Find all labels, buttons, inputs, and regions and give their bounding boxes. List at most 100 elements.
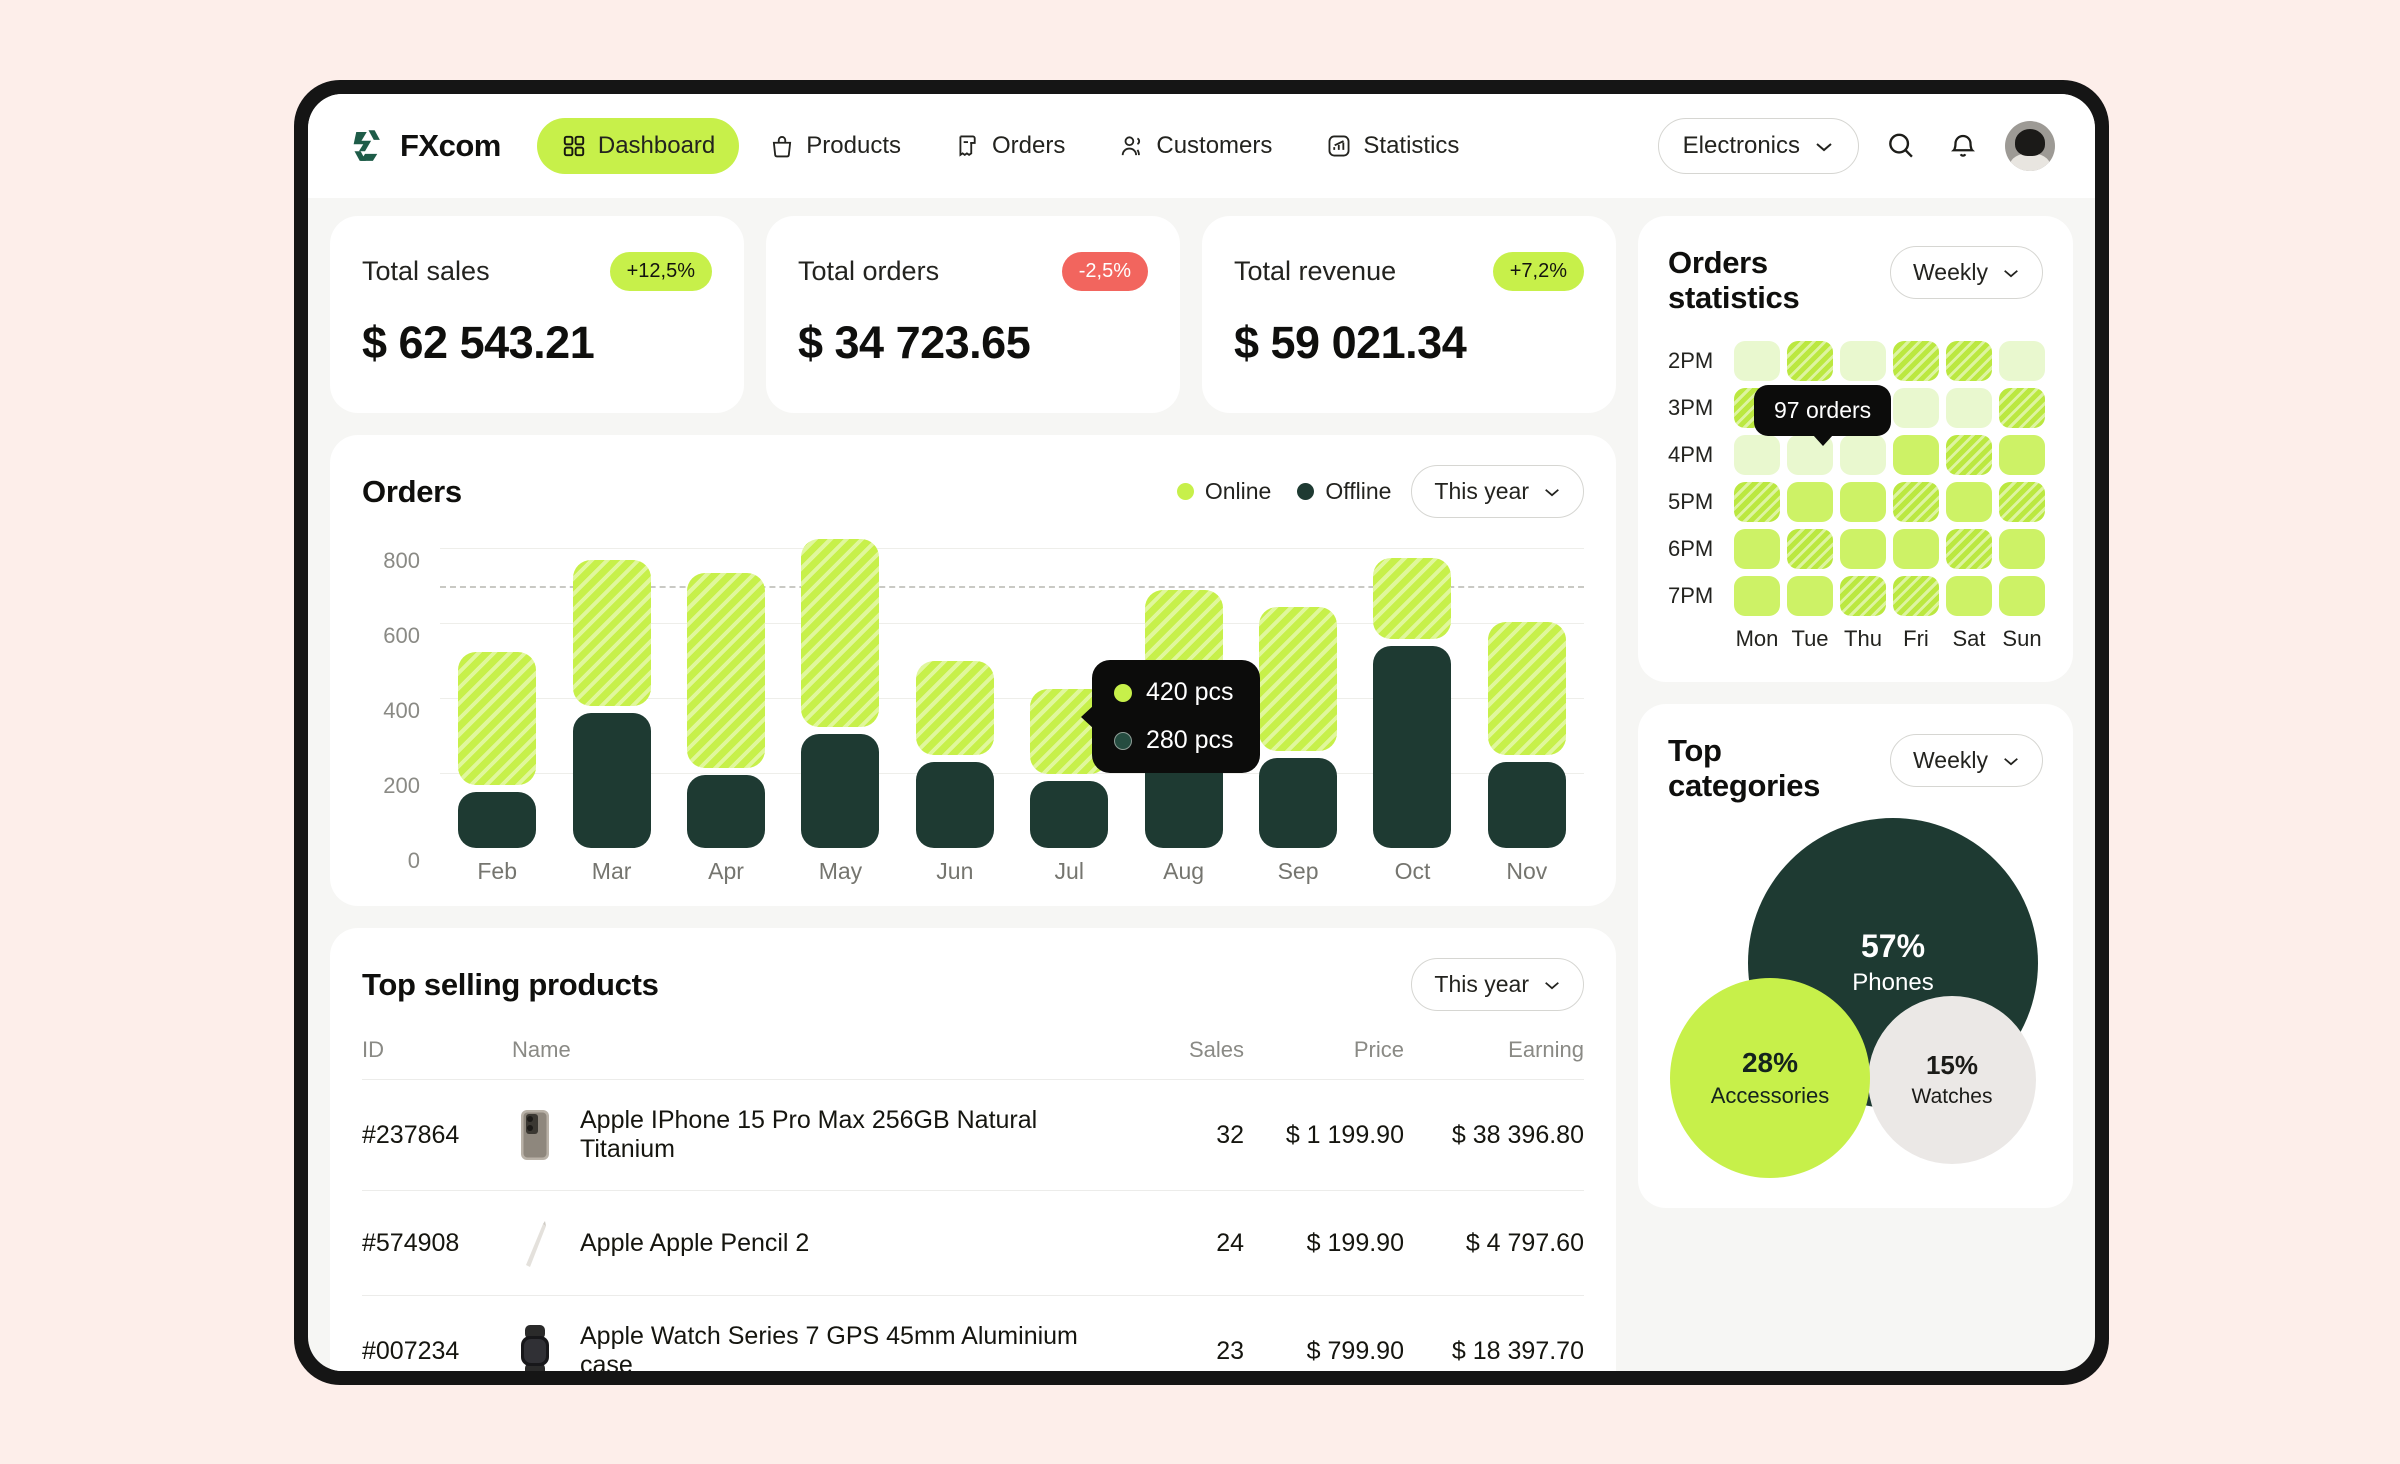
heatmap-cell[interactable]: [1893, 388, 1939, 429]
products-period-select[interactable]: This year: [1411, 958, 1584, 1011]
search-button[interactable]: [1881, 126, 1921, 166]
bar-group[interactable]: [783, 539, 897, 848]
heatmap-cell[interactable]: [1893, 482, 1939, 523]
bar-offline[interactable]: [915, 761, 994, 848]
orders-period-select[interactable]: This year: [1411, 465, 1584, 518]
bar-group[interactable]: [669, 548, 783, 848]
nav-item-dashboard[interactable]: Dashboard: [536, 118, 740, 174]
bar-group[interactable]: [1355, 548, 1469, 848]
nav-item-customers[interactable]: Customers: [1095, 118, 1296, 174]
products-table-head: ID Name Sales Price Earning: [362, 1037, 1584, 1080]
cell-earning: $ 4 797.60: [1404, 1190, 1584, 1296]
bar-online[interactable]: [801, 539, 880, 727]
heatmap-cells: [1734, 529, 2045, 570]
bar-online[interactable]: [458, 651, 537, 785]
bar-offline[interactable]: [801, 733, 880, 848]
chevron-down-icon: [1816, 142, 1832, 151]
bar-offline[interactable]: [458, 791, 537, 848]
heatmap-cell[interactable]: [1840, 576, 1886, 617]
heatmap-cell[interactable]: [1734, 435, 1780, 476]
table-row[interactable]: #574908 Apple Apple Pencil 2 24 $ 199.90 $ 4…: [362, 1190, 1584, 1296]
heatmap-cell[interactable]: [1787, 529, 1833, 570]
col-header-sales: Sales: [1134, 1037, 1244, 1080]
top-categories-period-select[interactable]: Weekly: [1890, 734, 2043, 788]
bar-online[interactable]: [915, 661, 994, 755]
tooltip-value-offline: 280 pcs: [1146, 726, 1234, 754]
bubble-watches[interactable]: 15% Watches: [1868, 995, 2036, 1164]
heatmap-cell[interactable]: [1946, 576, 1992, 617]
legend-dot-offline: [1297, 483, 1315, 500]
heatmap-cell[interactable]: [1999, 341, 2045, 382]
bar-online[interactable]: [1373, 557, 1452, 639]
bar-column: [687, 548, 766, 848]
bar-offline[interactable]: [1030, 780, 1109, 848]
heatmap-cell[interactable]: [1999, 482, 2045, 523]
cell-earning: $ 38 396.80: [1404, 1079, 1584, 1191]
bar-online[interactable]: [1259, 606, 1338, 751]
bar-online[interactable]: [1487, 621, 1566, 755]
heatmap-cell[interactable]: [1734, 341, 1780, 382]
product-name-wrap: Apple Watch Series 7 GPS 45mm Aluminium …: [512, 1322, 1134, 1371]
product-name: Apple IPhone 15 Pro Max 256GB Natural Ti…: [580, 1106, 1038, 1163]
table-row[interactable]: #237864 Apple IPhone 15 Pro Max 256GB Nat…: [362, 1079, 1584, 1191]
category-select[interactable]: Electronics: [1657, 118, 1859, 174]
heatmap-cell[interactable]: [1946, 482, 1992, 523]
device-screen: FXcom Dashboard Products Orders Customer…: [308, 94, 2095, 1371]
user-avatar[interactable]: [2005, 121, 2055, 171]
nav-item-products[interactable]: Products: [745, 118, 925, 174]
top-categories-title: Top categories: [1668, 733, 1821, 804]
heatmap-cell[interactable]: [1946, 529, 1992, 570]
bar-online[interactable]: [687, 572, 766, 768]
heatmap-day-label: Sat: [1952, 626, 1986, 652]
heatmap-cell[interactable]: [1999, 529, 2045, 570]
y-axis: 0 200 400 600 800: [383, 548, 420, 873]
x-axis-tick: Oct: [1394, 858, 1431, 884]
heatmap-cell[interactable]: [1734, 529, 1780, 570]
bar-offline[interactable]: [1487, 761, 1566, 848]
cell-sales: 32: [1134, 1079, 1244, 1191]
heatmap-cell[interactable]: [1999, 388, 2045, 429]
stat-label: Total revenue: [1234, 256, 1397, 286]
heatmap-cell[interactable]: [1734, 482, 1780, 523]
heatmap-cells: [1734, 341, 2045, 382]
bar-online[interactable]: [572, 559, 651, 706]
heatmap-cell[interactable]: [1946, 388, 1992, 429]
legend-label-offline: Offline: [1325, 478, 1392, 504]
heatmap-cell[interactable]: [1840, 482, 1886, 523]
bar-offline[interactable]: [572, 713, 651, 848]
heatmap-cell[interactable]: [1840, 341, 1886, 382]
heatmap-cell[interactable]: [1999, 576, 2045, 617]
bar-group[interactable]: [440, 548, 554, 848]
notifications-button[interactable]: [1943, 126, 1983, 166]
bubble-accessories[interactable]: 28% Accessories: [1670, 977, 1870, 1178]
heatmap-cell[interactable]: [1946, 435, 1992, 476]
heatmap-cell[interactable]: [1787, 341, 1833, 382]
heatmap-cell[interactable]: [1946, 341, 1992, 382]
heatmap-cell[interactable]: [1840, 435, 1886, 476]
heatmap-cell[interactable]: [1893, 529, 1939, 570]
heatmap-cell[interactable]: [1999, 435, 2045, 476]
x-axis-tick: Aug: [1163, 858, 1205, 884]
product-name-wrap: Apple IPhone 15 Pro Max 256GB Natural Ti…: [512, 1106, 1134, 1164]
pencil-thumb: [526, 1221, 546, 1267]
heatmap-cell[interactable]: [1893, 576, 1939, 617]
heatmap-cell[interactable]: [1840, 529, 1886, 570]
bar-group[interactable]: [898, 548, 1012, 848]
bar-offline[interactable]: [687, 774, 766, 848]
nav-item-orders[interactable]: Orders: [931, 118, 1089, 174]
bar-offline[interactable]: [1373, 645, 1452, 848]
table-row[interactable]: #007234 Apple Watch Series 7 GPS 45mm Alu…: [362, 1295, 1584, 1371]
heatmap-cell[interactable]: [1787, 482, 1833, 523]
bubble-pct-phones: 57%: [1860, 928, 1926, 965]
bar-offline[interactable]: [1259, 758, 1338, 848]
heatmap-cell[interactable]: [1787, 576, 1833, 617]
heatmap-cell[interactable]: [1893, 341, 1939, 382]
heatmap-cell[interactable]: [1734, 576, 1780, 617]
bar-group[interactable]: [554, 548, 668, 848]
orders-statistics-card: Orders statistics Weekly 2PM 3PM 4PM 5PM 6PM…: [1638, 216, 2073, 683]
brand[interactable]: FXcom: [344, 125, 501, 167]
heatmap-cell[interactable]: [1893, 435, 1939, 476]
nav-item-statistics[interactable]: Statistics: [1302, 118, 1483, 174]
bar-group[interactable]: [1470, 548, 1584, 848]
orders-statistics-period-select[interactable]: Weekly: [1890, 246, 2043, 299]
